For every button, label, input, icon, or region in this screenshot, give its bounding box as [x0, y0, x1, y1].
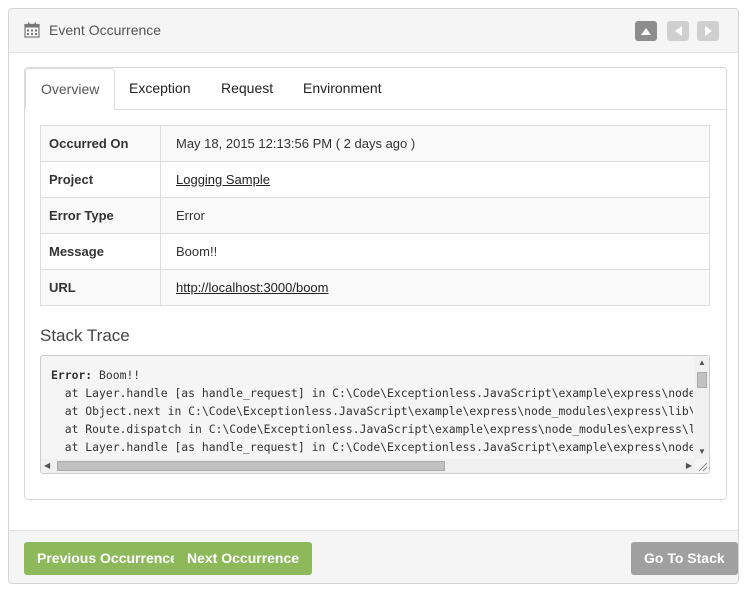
detail-value: http://localhost:3000/boom: [160, 269, 710, 306]
stack-line: at Object.next in C:\Code\Exceptionless.…: [64, 404, 693, 418]
scroll-down-arrow-icon[interactable]: ▼: [698, 448, 706, 456]
error-message: Boom!!: [92, 368, 141, 382]
event-occurrence-panel: Event Occurrence Overview Exception Requ…: [8, 8, 739, 584]
table-row: Project Logging Sample: [40, 161, 710, 198]
error-label: Error:: [51, 368, 93, 382]
stack-line: at Layer.handle [as handle_request] in C…: [64, 386, 693, 400]
stack-trace-heading: Stack Trace: [40, 326, 130, 345]
horizontal-scrollbar[interactable]: ◀ ▶: [41, 459, 695, 473]
table-row: Occurred On May 18, 2015 12:13:56 PM ( 2…: [40, 125, 710, 162]
detail-value: Logging Sample: [160, 161, 710, 198]
tab-overview[interactable]: Overview: [25, 68, 116, 110]
stack-trace-textarea[interactable]: Error: Boom!! at Layer.handle [as handle…: [40, 355, 710, 474]
tab-bar: Overview Exception Request Environment: [25, 68, 726, 110]
chevron-left-icon: [674, 26, 682, 36]
scroll-up-arrow-icon[interactable]: ▲: [698, 359, 706, 367]
resize-handle-icon[interactable]: [696, 460, 708, 472]
detail-key: Occurred On: [40, 125, 161, 162]
panel-footer: Previous Occurrence Next Occurrence Go T…: [9, 530, 738, 583]
scroll-left-arrow-icon[interactable]: ◀: [44, 462, 50, 470]
tab-container: Overview Exception Request Environment O…: [24, 67, 727, 500]
vertical-scroll-thumb[interactable]: [697, 372, 707, 388]
stack-line: at Layer.handle [as handle_request] in C…: [64, 440, 693, 454]
next-nav-button[interactable]: [697, 21, 719, 41]
vertical-scrollbar[interactable]: ▲ ▼: [695, 356, 709, 459]
tab-environment[interactable]: Environment: [288, 68, 397, 109]
scroll-right-arrow-icon[interactable]: ▶: [686, 462, 692, 470]
collapse-button[interactable]: [635, 21, 657, 41]
horizontal-scroll-thumb[interactable]: [57, 461, 445, 471]
table-row: URL http://localhost:3000/boom: [40, 269, 710, 306]
detail-key: Error Type: [40, 197, 161, 234]
previous-occurrence-button[interactable]: Previous Occurrence: [24, 542, 191, 575]
panel-title: Event Occurrence: [49, 22, 162, 38]
calendar-icon: [24, 22, 40, 38]
details-table: Occurred On May 18, 2015 12:13:56 PM ( 2…: [40, 125, 710, 306]
previous-nav-button[interactable]: [667, 21, 689, 41]
detail-value: Boom!!: [160, 233, 710, 270]
detail-value: May 18, 2015 12:13:56 PM ( 2 days ago ): [160, 125, 710, 162]
detail-key: URL: [40, 269, 161, 306]
project-link[interactable]: Logging Sample: [176, 172, 270, 187]
table-row: Message Boom!!: [40, 233, 710, 270]
chevron-right-icon: [704, 26, 712, 36]
stack-trace-text: Error: Boom!! at Layer.handle [as handle…: [51, 366, 693, 457]
detail-value: Error: [160, 197, 710, 234]
tab-exception[interactable]: Exception: [114, 68, 205, 109]
url-link[interactable]: http://localhost:3000/boom: [176, 280, 329, 295]
tab-request[interactable]: Request: [206, 68, 288, 109]
detail-key: Message: [40, 233, 161, 270]
detail-key: Project: [40, 161, 161, 198]
go-to-stack-button[interactable]: Go To Stack: [631, 542, 738, 575]
panel-header: Event Occurrence: [9, 9, 738, 53]
stack-line: at Route.dispatch in C:\Code\Exceptionle…: [64, 422, 693, 436]
chevron-up-icon: [641, 27, 651, 35]
next-occurrence-button[interactable]: Next Occurrence: [174, 542, 313, 575]
table-row: Error Type Error: [40, 197, 710, 234]
